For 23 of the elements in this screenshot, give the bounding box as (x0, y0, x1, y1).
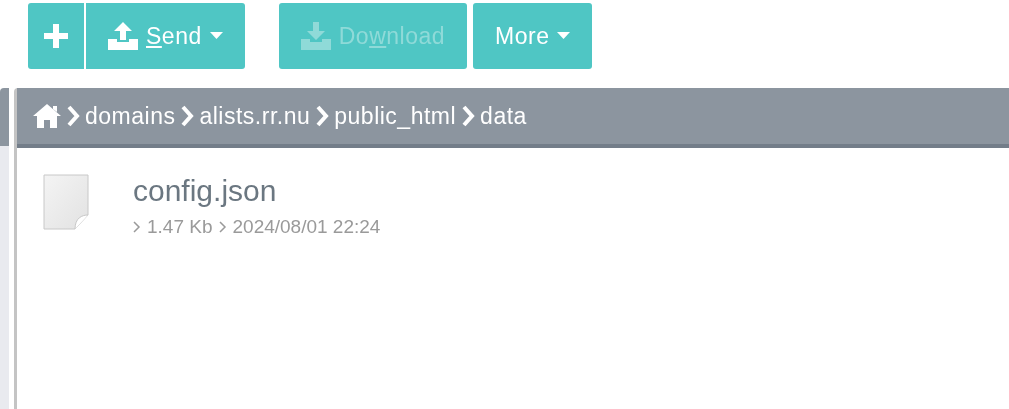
file-size: 1.47 Kb (147, 215, 213, 239)
home-icon[interactable] (33, 104, 61, 128)
send-button[interactable]: Send (86, 3, 245, 69)
upload-icon (108, 22, 138, 50)
download-icon (300, 22, 331, 50)
chevron-icon (461, 105, 476, 127)
chevron-icon (180, 105, 195, 127)
breadcrumb-link[interactable]: alists.rr.nu (199, 98, 311, 134)
file-date: 2024/08/01 22:24 (232, 215, 381, 239)
caret-icon (557, 32, 571, 40)
file-icon (43, 174, 91, 230)
chevron-icon (133, 221, 141, 234)
breadcrumb-link[interactable]: public_html (334, 98, 457, 134)
breadcrumb-link[interactable]: data (480, 98, 527, 134)
chevron-icon (218, 221, 227, 234)
chevron-icon (315, 105, 330, 127)
caret-icon (209, 32, 223, 40)
chevron-icon (66, 105, 80, 127)
plus-icon (44, 24, 68, 48)
file-name[interactable]: config.json (133, 174, 381, 207)
add-button[interactable] (28, 3, 84, 69)
breadcrumb-link[interactable]: domains (85, 98, 176, 134)
more-button[interactable]: More (473, 3, 593, 69)
